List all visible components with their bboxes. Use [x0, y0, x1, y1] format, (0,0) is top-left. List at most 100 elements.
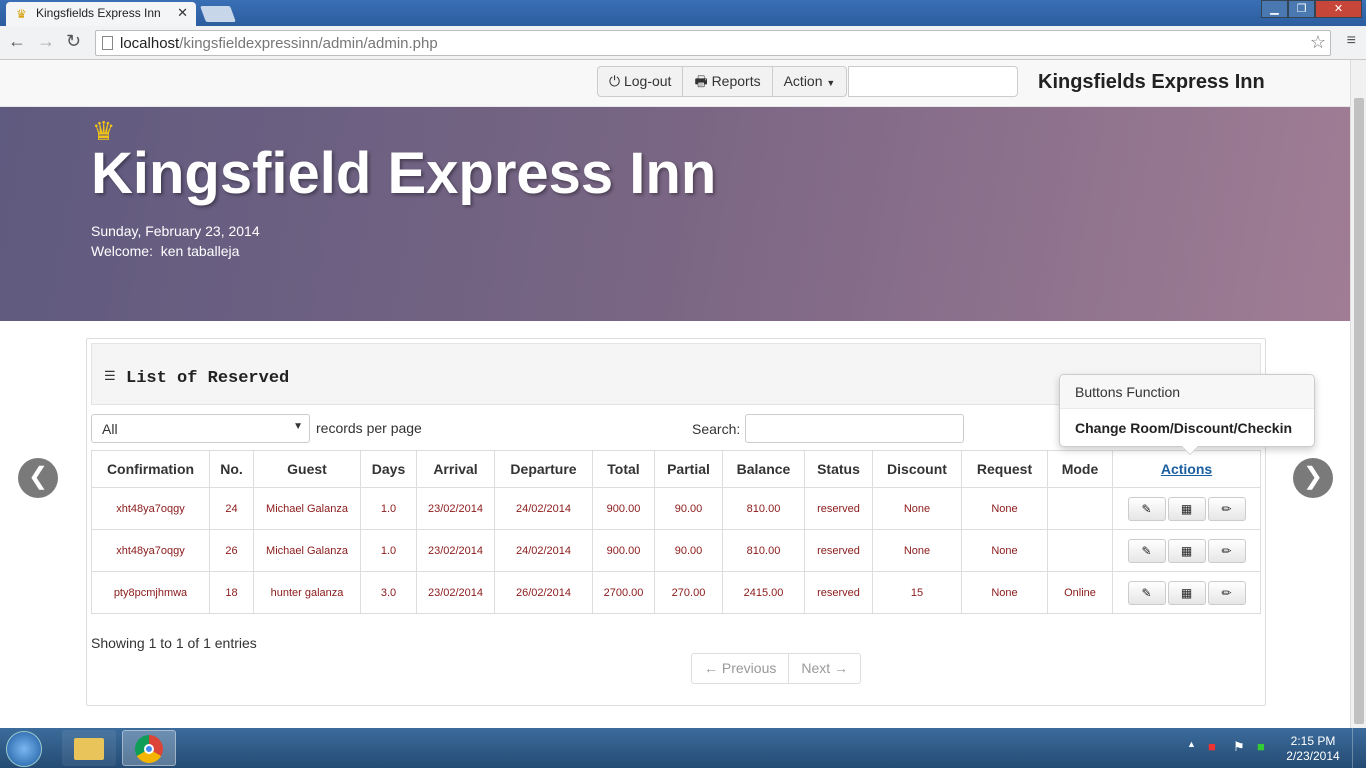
- col-guest[interactable]: Guest: [253, 450, 361, 488]
- cell-request: None: [961, 571, 1048, 614]
- cell-confirmation: xht48ya7oqgy: [91, 529, 210, 572]
- cell-arrival: 23/02/2014: [416, 529, 495, 572]
- col-mode[interactable]: Mode: [1047, 450, 1113, 488]
- search-label: Search:: [692, 421, 741, 437]
- cell-request: None: [961, 529, 1048, 572]
- page-scrollbar[interactable]: [1350, 60, 1366, 728]
- col-actions[interactable]: Actions: [1112, 450, 1261, 488]
- select-value: All: [102, 421, 118, 437]
- clock-date: 2/23/2014: [1286, 749, 1340, 763]
- pencil-icon[interactable]: ✏: [1207, 580, 1246, 605]
- explorer-taskbar-icon[interactable]: [62, 730, 116, 766]
- table-search-input[interactable]: [745, 414, 964, 443]
- pencil-icon[interactable]: ✏: [1207, 496, 1246, 521]
- col-balance[interactable]: Balance: [722, 450, 805, 488]
- col-departure[interactable]: Departure: [494, 450, 593, 488]
- cell-departure: 24/02/2014: [494, 529, 593, 572]
- new-tab-button[interactable]: [200, 6, 236, 22]
- popover-arrow-inner: [1182, 446, 1198, 454]
- cell-no: 18: [209, 571, 254, 614]
- col-days[interactable]: Days: [360, 450, 417, 488]
- pencil-icon[interactable]: ✏: [1207, 538, 1246, 563]
- back-icon[interactable]: ←: [8, 31, 26, 52]
- edit-icon[interactable]: ✎: [1127, 496, 1166, 521]
- cell-guest: Michael Galanza: [253, 529, 361, 572]
- popover-content: Change Room/Discount/Checkin: [1075, 420, 1293, 436]
- url-host: localhost: [120, 35, 180, 52]
- address-bar[interactable]: localhost/kingsfieldexpressinn/admin/adm…: [95, 30, 1331, 56]
- forward-icon[interactable]: →: [37, 31, 55, 52]
- security-tray-icon[interactable]: ■: [1208, 739, 1216, 754]
- col-total[interactable]: Total: [592, 450, 655, 488]
- cell-mode: [1047, 529, 1113, 572]
- action-dropdown[interactable]: Action ▼: [773, 67, 847, 96]
- reports-label: Reports: [711, 73, 761, 89]
- tray-arrow-icon[interactable]: ▲: [1187, 739, 1196, 749]
- pagination: ← Previous Next →: [691, 653, 862, 684]
- previous-button[interactable]: ← Previous: [692, 654, 790, 683]
- table-row: pty8pcmjhmwa 18 hunter galanza 3.0 23/02…: [91, 571, 1261, 614]
- clock-time: 2:15 PM: [1290, 734, 1336, 748]
- col-discount[interactable]: Discount: [872, 450, 962, 488]
- crown-icon: ♛: [16, 7, 27, 21]
- actions-popover: Buttons Function Change Room/Discount/Ch…: [1059, 374, 1315, 455]
- edit-icon[interactable]: ✎: [1127, 538, 1166, 563]
- chrome-icon-center: [144, 744, 154, 754]
- close-window-button[interactable]: ✕: [1315, 0, 1362, 18]
- cell-mode: [1047, 487, 1113, 530]
- showing-entries: Showing 1 to 1 of 1 entries: [91, 635, 257, 651]
- nav-button-group: ⏻ Log-out 🖶 Reports Action ▼: [597, 66, 848, 97]
- col-status[interactable]: Status: [804, 450, 873, 488]
- cell-days: 1.0: [360, 529, 417, 572]
- cell-request: None: [961, 487, 1048, 530]
- edit-icon[interactable]: ✎: [1127, 580, 1166, 605]
- browser-window: ♛ Kingsfields Express Inn ✕ ▁ ❐ ✕ ← → ↻ …: [0, 0, 1366, 768]
- records-per-page-select[interactable]: All ▼: [91, 414, 310, 443]
- browser-tab[interactable]: ♛ Kingsfields Express Inn ✕: [6, 2, 196, 26]
- minimize-button[interactable]: ▁: [1261, 0, 1288, 18]
- cell-total: 2700.00: [592, 571, 655, 614]
- next-button[interactable]: Next →: [789, 654, 860, 683]
- gift-icon[interactable]: ▦: [1167, 580, 1206, 605]
- start-button[interactable]: [6, 731, 42, 767]
- chrome-taskbar-icon[interactable]: [122, 730, 176, 766]
- logout-label: Log-out: [623, 73, 672, 89]
- scrollbar-thumb[interactable]: [1354, 98, 1364, 724]
- carousel-prev-button[interactable]: ❮: [18, 458, 58, 498]
- bookmark-star-icon[interactable]: ☆: [1310, 32, 1326, 53]
- cell-days: 3.0: [360, 571, 417, 614]
- reports-button[interactable]: 🖶 Reports: [683, 67, 773, 96]
- cell-status: reserved: [804, 529, 873, 572]
- logout-button[interactable]: ⏻ Log-out: [598, 67, 684, 96]
- chrome-menu-icon[interactable]: ≡: [1347, 32, 1356, 50]
- navbar-search-input[interactable]: [848, 66, 1018, 97]
- navbar-brand[interactable]: Kingsfields Express Inn: [1038, 71, 1265, 94]
- col-arrival[interactable]: Arrival: [416, 450, 495, 488]
- col-no[interactable]: No.: [209, 450, 254, 488]
- cell-arrival: 23/02/2014: [416, 487, 495, 530]
- gift-icon[interactable]: ▦: [1167, 538, 1206, 563]
- carousel-next-button[interactable]: ❯: [1293, 458, 1333, 498]
- power-icon: ⏻: [609, 73, 621, 89]
- show-desktop-button[interactable]: [1352, 728, 1366, 768]
- col-confirmation[interactable]: Confirmation: [91, 450, 210, 488]
- flag-icon[interactable]: ⚑: [1233, 739, 1245, 755]
- url-path: /kingsfieldexpressinn/admin/admin.php: [179, 35, 438, 52]
- col-request[interactable]: Request: [961, 450, 1048, 488]
- hero-title: Kingsfield Express Inn: [91, 141, 717, 206]
- network-icon[interactable]: ■: [1257, 739, 1265, 754]
- tab-title: Kingsfields Express Inn: [36, 6, 161, 20]
- maximize-button[interactable]: ❐: [1288, 0, 1315, 18]
- col-partial[interactable]: Partial: [654, 450, 723, 488]
- table-row: xht48ya7oqgy 24 Michael Galanza 1.0 23/0…: [91, 487, 1261, 530]
- gift-icon[interactable]: ▦: [1167, 496, 1206, 521]
- cell-discount: None: [872, 487, 962, 530]
- title-bar: ♛ Kingsfields Express Inn ✕ ▁ ❐ ✕: [0, 0, 1366, 26]
- close-tab-icon[interactable]: ✕: [177, 5, 188, 21]
- cell-arrival: 23/02/2014: [416, 571, 495, 614]
- cell-days: 1.0: [360, 487, 417, 530]
- list-icon: ☰: [104, 368, 116, 383]
- action-label: Action: [783, 73, 823, 89]
- reload-icon[interactable]: ↻: [66, 31, 81, 52]
- system-clock[interactable]: 2:15 PM 2/23/2014: [1282, 734, 1344, 764]
